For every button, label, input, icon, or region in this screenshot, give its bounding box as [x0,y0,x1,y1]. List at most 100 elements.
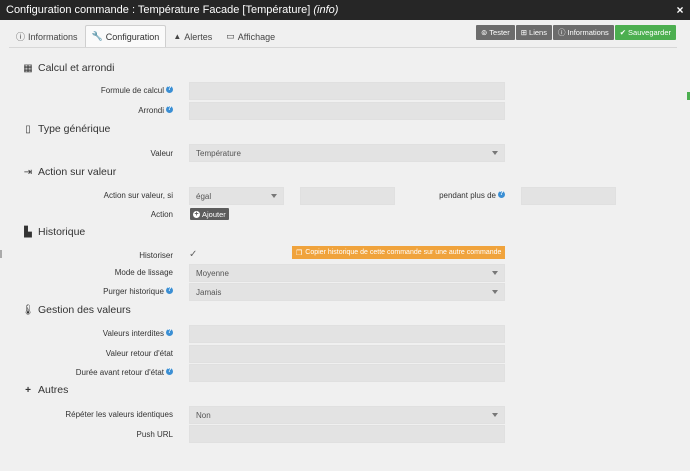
caret-down-icon [492,413,498,417]
warning-icon: ▲ [173,32,182,41]
push-url-label-text: Push URL [136,430,173,439]
tab-label: Alertes [184,31,213,42]
section-action-valeur: ⇥ Action sur valeur [23,166,116,178]
info-icon: ⓘ [16,32,26,42]
section-gestion-valeurs: 🌡 Gestion des valeurs [21,304,131,316]
tester-button[interactable]: ⊚ Tester [476,25,515,40]
push-url-input[interactable] [189,425,505,443]
lissage-selected: Moyenne [196,268,229,278]
caret-down-icon [271,194,277,198]
caret-down-icon [492,290,498,294]
section-historique: ▙ Historique [23,226,85,238]
push-url-label: Push URL [9,430,173,439]
arrondi-label-text: Arrondi [138,106,164,115]
lissage-label-text: Mode de lissage [114,268,173,277]
interdites-label-text: Valeurs interdites [102,329,164,338]
chart-icon: ▙ [24,226,32,238]
purger-select[interactable]: Jamais [189,283,505,301]
purger-label: Purger historique? [9,287,173,296]
dialog-body: ⓘ Informations 🔧 Configuration ▲ Alertes… [0,20,690,471]
help-icon[interactable]: ? [166,368,173,375]
valeur-label-text: Valeur [150,149,173,158]
sitemap-icon: ⊞ [520,28,528,37]
table-icon: ▦ [23,62,33,74]
help-icon[interactable]: ? [166,86,173,93]
configuration-panel: ▦ Calcul et arrondi Formule de calcul? A… [9,48,677,471]
plus-icon: + [25,384,31,396]
duree-label-text: Durée avant retour d'état [75,368,164,377]
section-title: Type générique [38,123,111,135]
repeter-select[interactable]: Non [189,406,505,424]
thermometer-icon: 🌡 [21,304,35,316]
monitor-icon: ▭ [226,31,235,41]
tab-label: Informations [28,31,78,42]
dialog-titlebar: Configuration commande : Température Fac… [0,0,690,20]
title-command-type: (info) [313,4,339,16]
purger-selected: Jamais [196,287,222,297]
tester-label: Tester [489,28,510,37]
valeur-selected: Température [196,148,241,158]
condition-select[interactable]: égal [189,187,284,205]
action-label-text: Action [150,210,173,219]
pendant-input[interactable] [521,187,616,205]
arrondi-label: Arrondi? [9,106,173,115]
help-icon[interactable]: ? [498,191,505,198]
section-title: Action sur valeur [38,166,117,178]
title-prefix: Configuration commande : [6,4,138,16]
title-command-name: Température Facade [Température] [137,4,311,16]
informations-label: Informations [567,28,609,37]
repeter-selected: Non [196,410,211,420]
help-icon[interactable]: ? [166,106,173,113]
interdites-label: Valeurs interdites? [9,329,173,338]
historiser-checkbox[interactable]: ✓ [189,249,197,260]
informations-button[interactable]: ⓘ Informations [552,25,614,40]
left-edge-marker [0,250,2,258]
section-title: Autres [38,384,69,396]
pendant-label-text: pendant plus de [439,191,496,200]
arrondi-input[interactable] [189,102,505,120]
tab-configuration[interactable]: 🔧 Configuration [84,25,167,47]
historiser-label-text: Historiser [139,251,173,260]
formule-input[interactable] [189,82,505,100]
repeter-label: Répéter les valeurs identiques [9,410,173,419]
retour-label-text: Valeur retour d'état [105,349,173,358]
tab-affichage[interactable]: ▭ Affichage [219,25,282,47]
info-icon: ⓘ [557,28,566,37]
copier-historique-button[interactable]: ❐ Copier historique de cette commande su… [292,246,506,259]
copier-label: Copier historique de cette commande sur … [305,249,502,256]
copy-icon: ❐ [296,249,303,257]
duree-input[interactable] [189,364,505,382]
help-icon[interactable]: ? [166,287,173,294]
ajouter-label: Ajouter [202,209,226,219]
lissage-select[interactable]: Moyenne [189,264,505,282]
section-title: Calcul et arrondi [38,62,115,74]
retour-input[interactable] [189,345,505,363]
dialog-title: Configuration commande : Température Fac… [6,4,670,16]
tab-alertes[interactable]: ▲ Alertes [166,25,219,47]
help-icon[interactable]: ? [166,329,173,336]
valeur-label: Valeur [9,149,173,158]
tab-bar: ⓘ Informations 🔧 Configuration ▲ Alertes… [9,25,282,47]
rss-icon: ⊚ [481,28,488,37]
liens-label: Liens [529,28,547,37]
sauvegarder-label: Sauvegarder [628,28,671,37]
lissage-label: Mode de lissage [9,268,173,277]
plus-circle-icon: + [193,210,200,218]
pendant-label: pendant plus de? [335,191,505,200]
sign-in-icon: ⇥ [23,166,33,178]
building-icon: ▯ [25,123,31,135]
tab-informations[interactable]: ⓘ Informations [9,25,85,47]
valeur-select[interactable]: Température [189,144,505,162]
tab-label: Configuration [105,31,160,42]
action-label: Action [9,210,173,219]
ajouter-button[interactable]: + Ajouter [190,208,229,220]
historiser-label: Historiser [9,251,173,260]
condition-selected: égal [196,191,212,201]
sauvegarder-button[interactable]: ✔ Sauvegarder [614,25,676,40]
formule-label-text: Formule de calcul [100,86,164,95]
close-icon[interactable]: × [670,3,690,17]
caret-down-icon [492,151,498,155]
interdites-input[interactable] [189,325,505,343]
liens-button[interactable]: ⊞ Liens [515,25,552,40]
section-calcul: ▦ Calcul et arrondi [23,62,114,74]
